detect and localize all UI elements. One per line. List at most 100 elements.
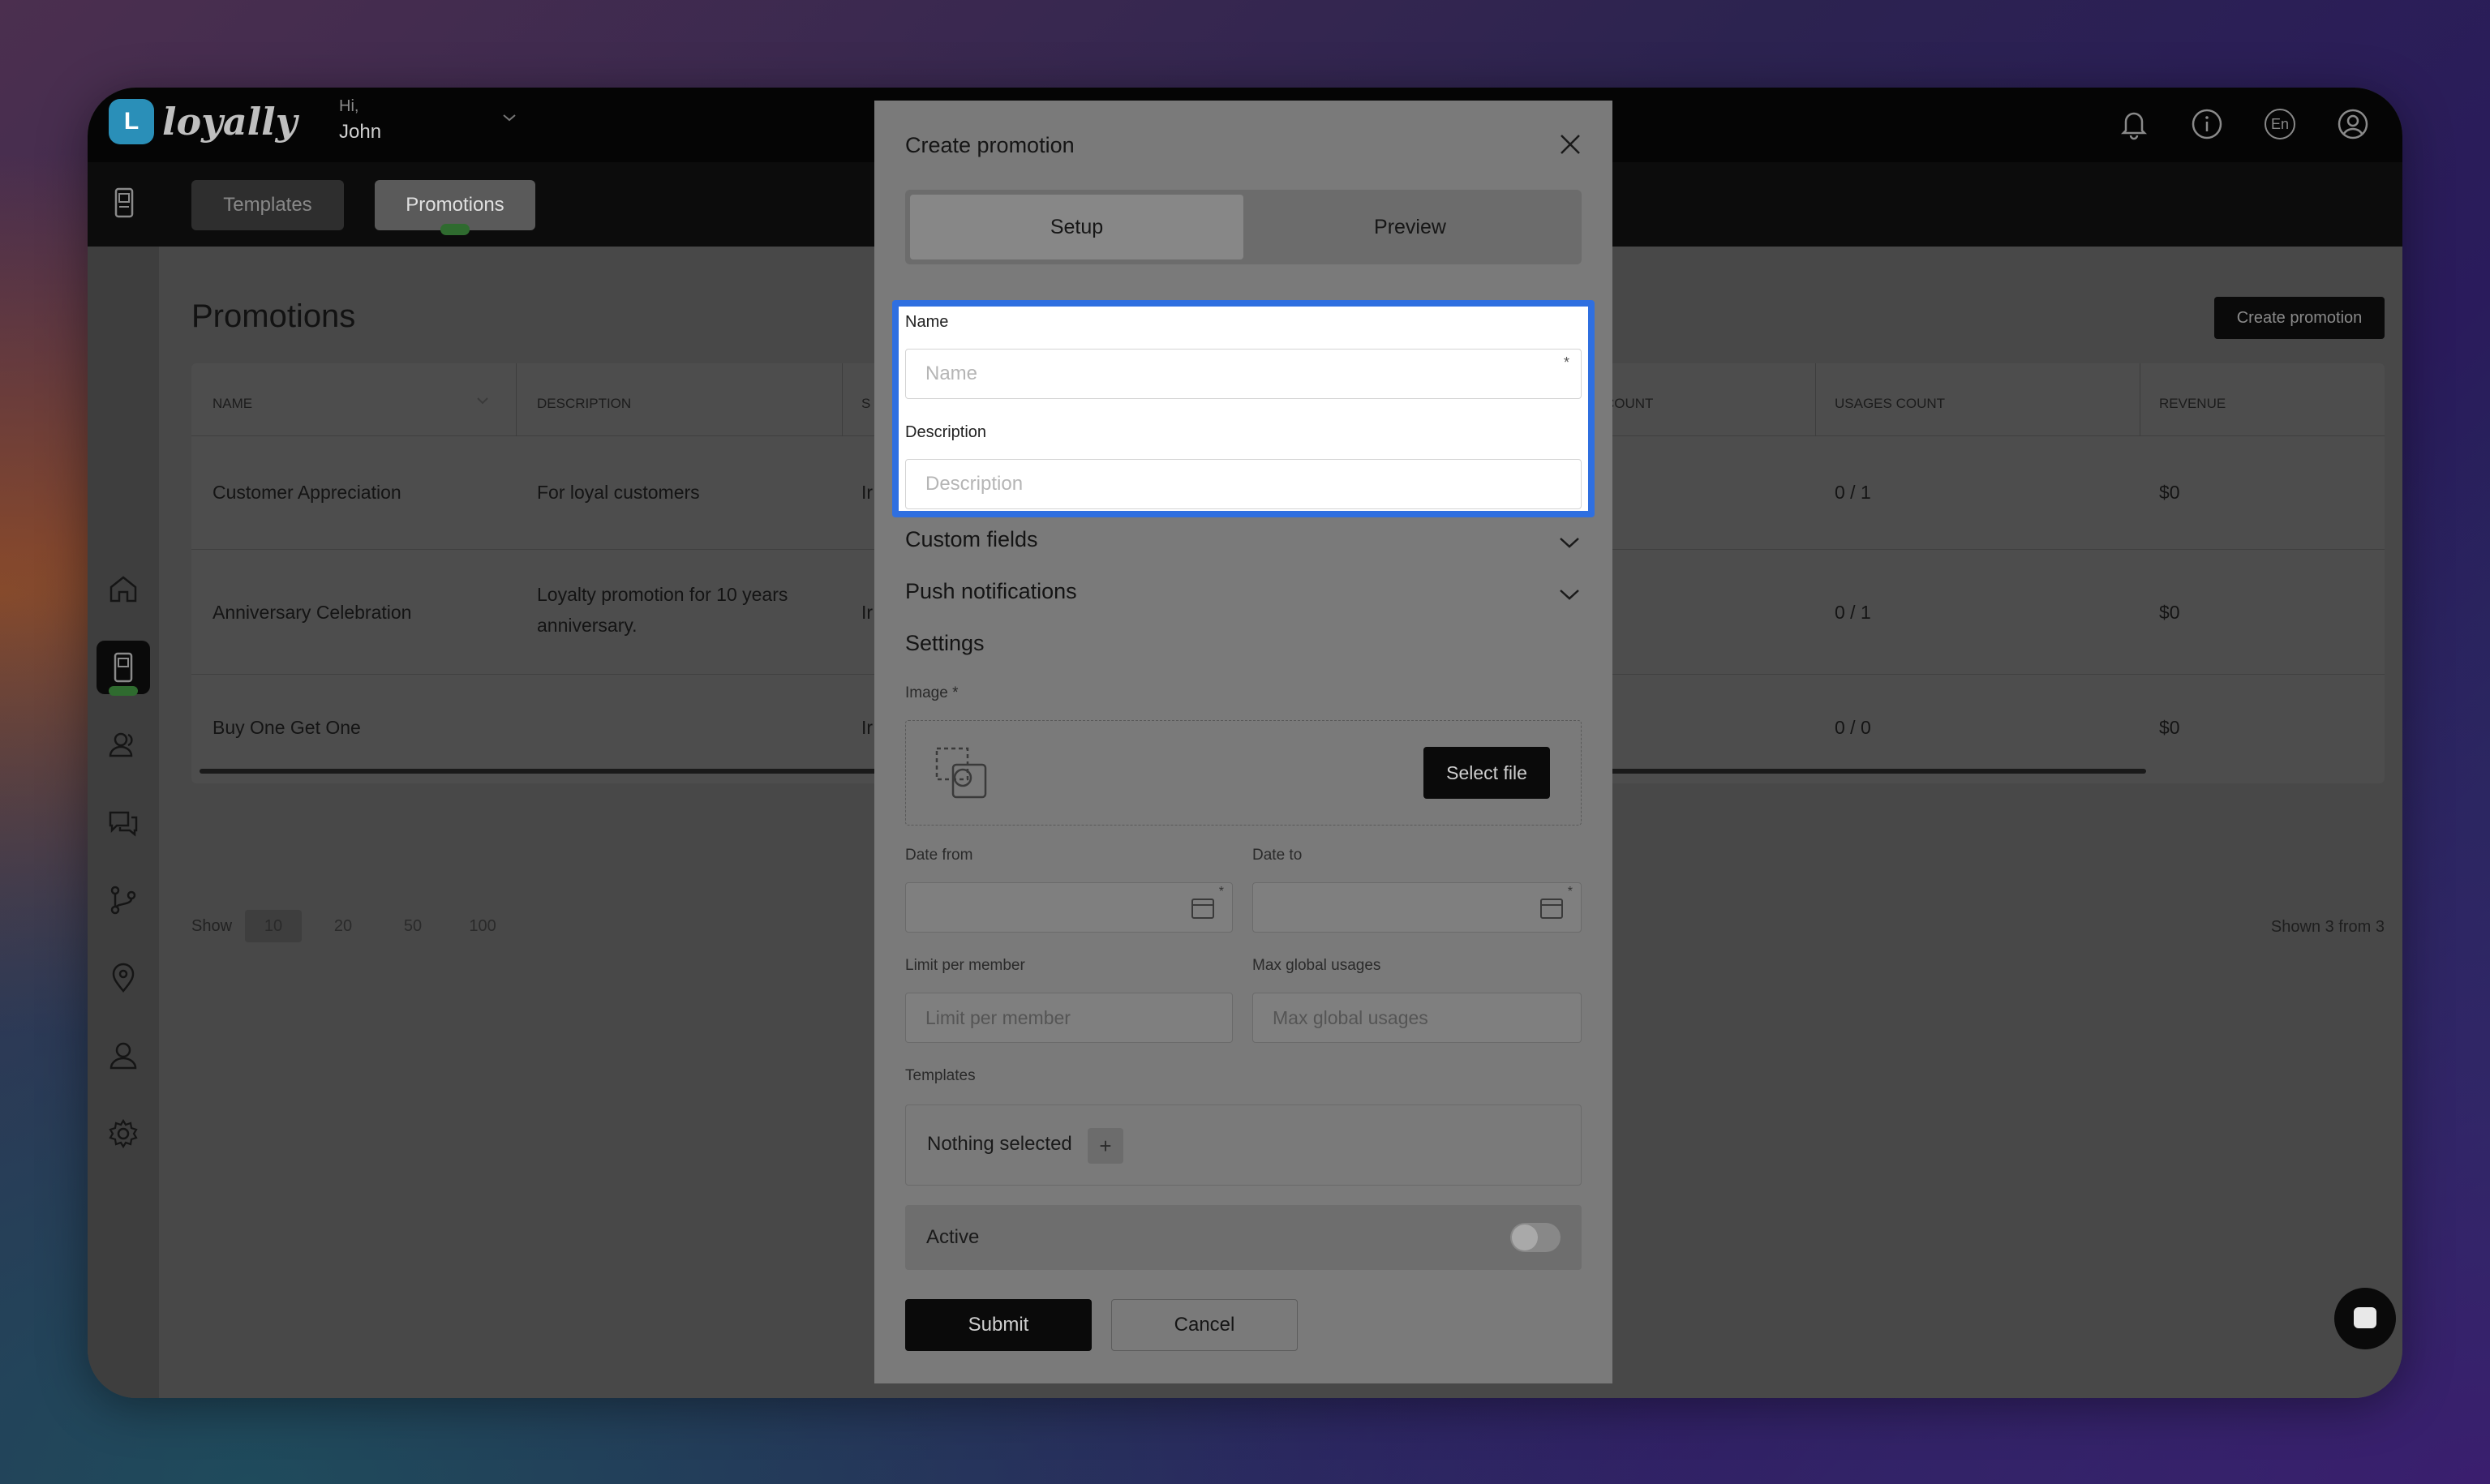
greeting-hi: Hi, xyxy=(339,97,359,115)
create-promotion-modal: Create promotion Setup Preview Name Name… xyxy=(874,101,1612,1383)
info-icon[interactable] xyxy=(2190,107,2224,141)
chevron-down-icon[interactable] xyxy=(1557,582,1582,607)
chevron-down-icon[interactable] xyxy=(501,112,517,123)
row-revenue: $0 xyxy=(2159,482,2180,503)
language-code: En xyxy=(2265,109,2295,139)
column-divider xyxy=(842,363,843,436)
templates-selector[interactable]: Nothing selected + xyxy=(905,1104,1582,1186)
settings-heading: Settings xyxy=(905,631,985,655)
map-pin-icon xyxy=(112,963,135,993)
limit-per-member-placeholder: Limit per member xyxy=(925,1006,1071,1028)
column-divider xyxy=(516,363,517,436)
sort-chevron-icon[interactable] xyxy=(475,396,490,405)
mobile-card-icon[interactable] xyxy=(112,187,136,219)
user-greeting[interactable]: Hi, John xyxy=(339,97,381,144)
row-revenue: $0 xyxy=(2159,717,2180,738)
active-toggle[interactable] xyxy=(1510,1223,1561,1252)
row-usages: 0 / 1 xyxy=(1835,482,1871,503)
limit-per-member-input[interactable]: Limit per member xyxy=(905,993,1233,1043)
row-name: Anniversary Celebration xyxy=(213,602,412,623)
sidebar-item-locations[interactable] xyxy=(104,959,143,997)
calendar-icon[interactable] xyxy=(1190,894,1216,920)
tab-preview[interactable]: Preview xyxy=(1243,195,1577,259)
row-description: For loyal customers xyxy=(537,482,700,503)
chevron-down-icon[interactable] xyxy=(1557,530,1582,555)
shown-count: Shown 3 from 3 xyxy=(2270,918,2385,936)
limit-per-member-label: Limit per member xyxy=(905,957,1025,974)
date-from-label: Date from xyxy=(905,847,973,864)
logo[interactable]: L loyally xyxy=(109,99,297,144)
image-dropzone[interactable]: Select file xyxy=(905,720,1582,826)
modal-tabs: Setup Preview xyxy=(905,190,1582,264)
sidebar-item-home[interactable] xyxy=(104,569,143,608)
custom-fields-toggle[interactable]: Custom fields xyxy=(905,527,1038,552)
sidebar-status-badge xyxy=(109,686,138,696)
name-description-section: Name Name * Description Description xyxy=(892,300,1595,517)
required-marker: * xyxy=(1218,885,1224,899)
git-branch-icon xyxy=(110,886,136,915)
page-size-option[interactable]: 100 xyxy=(454,910,511,942)
cancel-button[interactable]: Cancel xyxy=(1111,1299,1298,1351)
column-header-status[interactable]: S xyxy=(861,396,870,412)
required-marker: * xyxy=(1567,885,1573,899)
date-to-input[interactable]: * xyxy=(1252,882,1582,933)
column-header-revenue[interactable]: REVENUE xyxy=(2159,396,2226,412)
show-label: Show xyxy=(191,916,233,935)
sidebar-item-profile[interactable] xyxy=(104,1036,143,1075)
tab-templates[interactable]: Templates xyxy=(191,180,344,230)
support-chat-button[interactable] xyxy=(2334,1288,2396,1349)
name-placeholder: Name xyxy=(925,362,978,384)
description-input[interactable]: Description xyxy=(905,459,1582,509)
max-global-usages-input[interactable]: Max global usages xyxy=(1252,993,1582,1043)
row-usages: 0 / 0 xyxy=(1835,717,1871,738)
image-label: Image * xyxy=(905,684,959,701)
active-toggle-row: Active xyxy=(905,1205,1582,1270)
push-notifications-toggle[interactable]: Push notifications xyxy=(905,579,1077,604)
templates-selection: Nothing selected xyxy=(927,1133,1072,1155)
bell-icon[interactable] xyxy=(2117,107,2151,141)
sidebar-item-flows[interactable] xyxy=(104,881,143,920)
column-header-name[interactable]: NAME xyxy=(213,396,252,412)
submit-button[interactable]: Submit xyxy=(905,1299,1092,1351)
chat-icon xyxy=(2354,1307,2376,1328)
add-template-button[interactable]: + xyxy=(1088,1128,1123,1164)
templates-label: Templates xyxy=(905,1067,976,1084)
row-status: Ir xyxy=(861,602,874,623)
close-icon[interactable] xyxy=(1557,131,1583,157)
description-placeholder: Description xyxy=(925,473,1024,495)
tab-promotions[interactable]: Promotions xyxy=(375,180,535,235)
logo-text: loyally xyxy=(162,100,298,144)
name-input[interactable]: Name * xyxy=(905,349,1582,399)
tab-setup[interactable]: Setup xyxy=(910,195,1243,259)
date-from-input[interactable]: * xyxy=(905,882,1233,933)
sidebar-item-messages[interactable] xyxy=(104,803,143,842)
language-selector[interactable]: En xyxy=(2263,107,2297,141)
mobile-card-icon xyxy=(114,652,133,683)
row-name: Customer Appreciation xyxy=(213,482,401,503)
toggle-knob xyxy=(1512,1225,1538,1250)
column-header-usages-count[interactable]: USAGES COUNT xyxy=(1835,396,1945,412)
column-divider xyxy=(1815,363,1816,436)
column-header-description[interactable]: DESCRIPTION xyxy=(537,396,631,412)
page-size-option[interactable]: 50 xyxy=(384,910,441,942)
modal-title: Create promotion xyxy=(905,133,1075,157)
date-to-label: Date to xyxy=(1252,847,1303,864)
user-account-icon[interactable] xyxy=(2336,107,2370,141)
row-status: Ir xyxy=(861,482,874,503)
create-promotion-button[interactable]: Create promotion xyxy=(2214,297,2385,339)
sidebar-item-customers[interactable] xyxy=(104,725,143,764)
name-label: Name xyxy=(905,313,949,331)
user-icon xyxy=(109,1042,137,1070)
users-icon xyxy=(109,732,133,757)
sidebar-item-wallet[interactable] xyxy=(97,641,150,696)
active-label: Active xyxy=(926,1226,980,1248)
row-name: Buy One Get One xyxy=(213,717,361,738)
page-size-option[interactable]: 20 xyxy=(315,910,371,942)
sidebar-item-settings[interactable] xyxy=(104,1114,143,1153)
page-size-option[interactable]: 10 xyxy=(245,910,303,942)
logo-icon: L xyxy=(109,99,154,144)
home-icon xyxy=(109,576,137,603)
page-size-selector: Show 10 20 50 100 xyxy=(191,910,511,942)
calendar-icon[interactable] xyxy=(1539,894,1565,920)
select-file-button[interactable]: Select file xyxy=(1423,747,1550,799)
